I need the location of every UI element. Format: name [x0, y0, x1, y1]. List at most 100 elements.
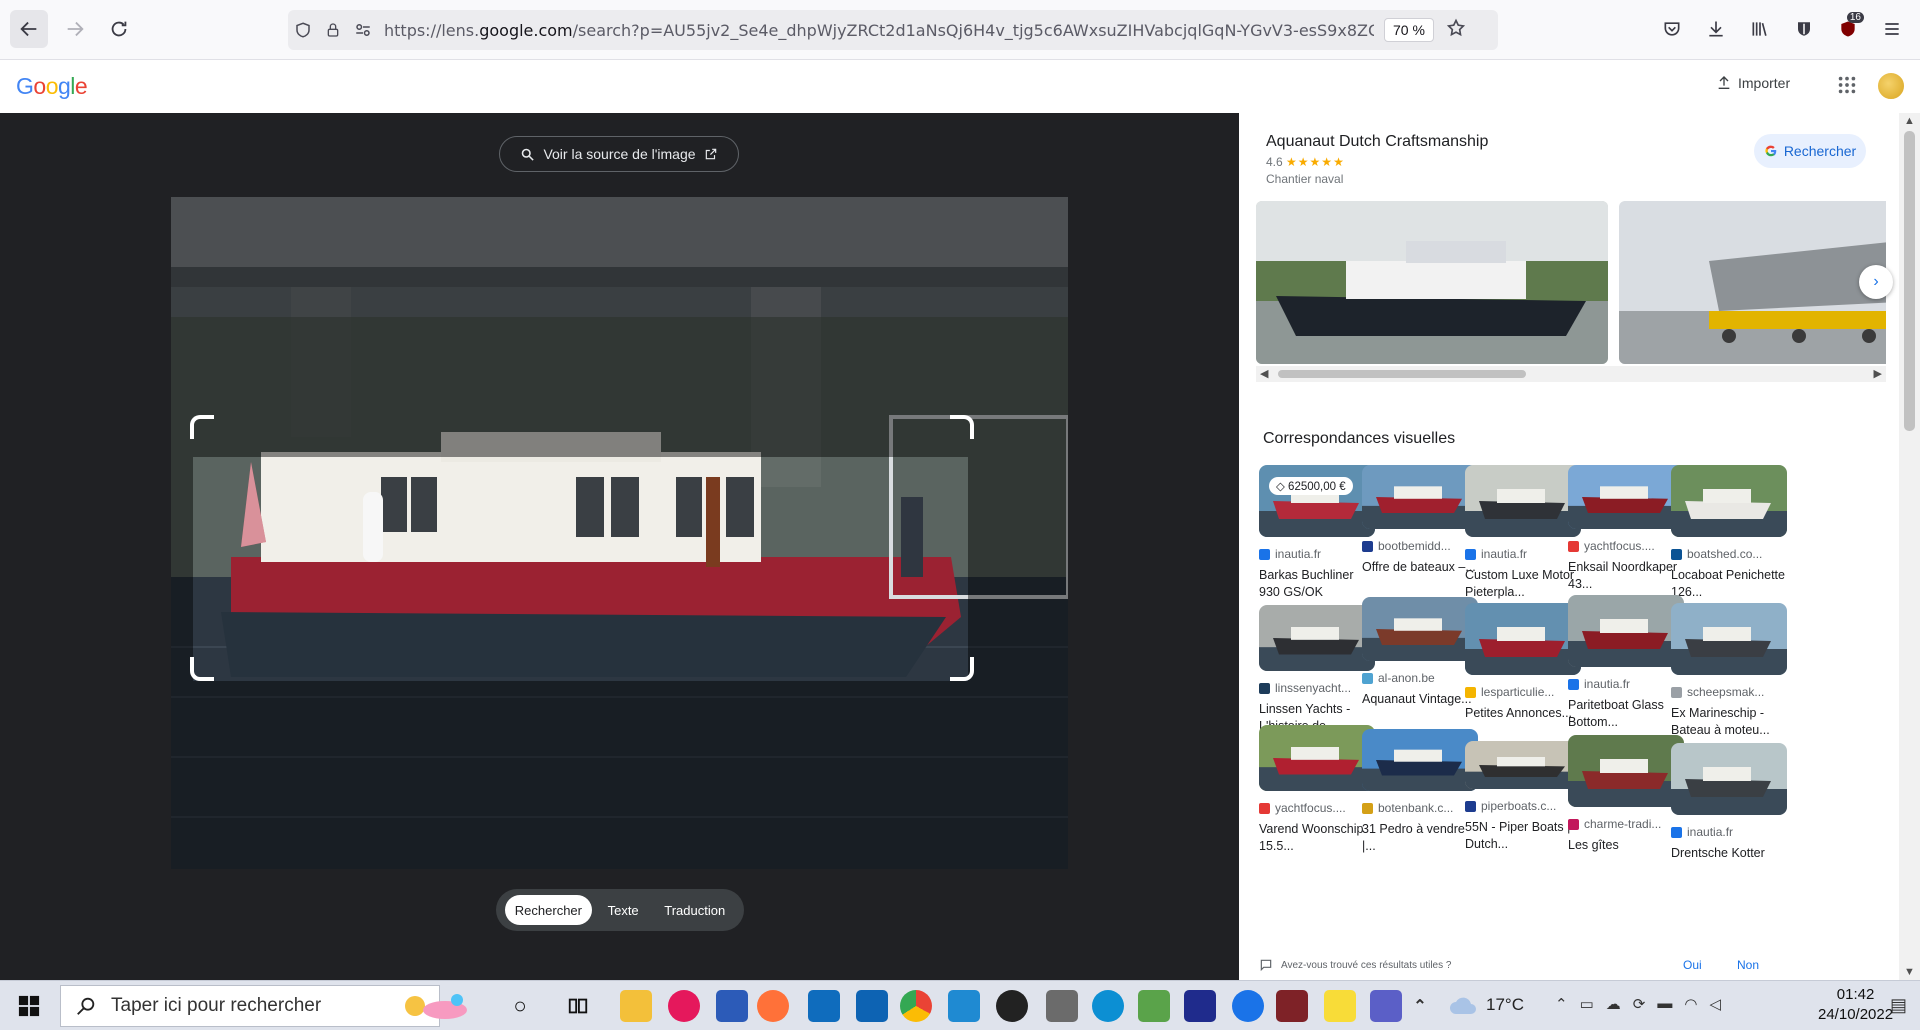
task-view-icon[interactable] — [562, 990, 594, 1022]
scroll-up-icon[interactable]: ▲ — [1904, 115, 1915, 127]
mode-traduction-button[interactable]: Traduction — [654, 895, 735, 925]
visual-match-thumbnail[interactable] — [1671, 465, 1787, 537]
visual-match-card[interactable]: linssenyacht...Linssen Yachts - L'histoi… — [1259, 605, 1377, 735]
visual-match-card[interactable]: scheepsmak... Ex Marineschip - Bateau à m… — [1671, 603, 1789, 739]
download-icon[interactable] — [1698, 10, 1734, 48]
carousel-next-button[interactable]: › — [1859, 265, 1893, 299]
wifi-icon[interactable]: ◠ — [1684, 995, 1697, 1013]
visual-match-thumbnail[interactable]: ◇ 62500,00 € — [1259, 465, 1375, 537]
app-grid-icon[interactable] — [1184, 990, 1216, 1022]
crop-handle-bottom-right[interactable] — [950, 657, 974, 681]
carousel-image-1[interactable] — [1256, 201, 1608, 364]
notification-icon[interactable]: ▤ — [1890, 995, 1907, 1016]
cortana-icon[interactable]: ○ — [504, 990, 536, 1022]
mode-texte-button[interactable]: Texte — [598, 895, 649, 925]
visual-match-card[interactable]: inautia.fr Custom Luxe Motor Pieterpla... — [1465, 465, 1583, 601]
bitwarden-icon[interactable] — [1786, 10, 1822, 48]
avatar[interactable] — [1876, 71, 1906, 101]
scroll-right-icon[interactable]: ▶ — [1874, 367, 1882, 380]
crop-handle-top-left[interactable] — [190, 415, 214, 439]
app-pink-icon[interactable] — [668, 990, 700, 1022]
visual-match-title[interactable]: Paritetboat Glass Bottom... — [1568, 697, 1686, 731]
vscode-icon[interactable] — [948, 990, 980, 1022]
powershell-icon[interactable] — [716, 990, 748, 1022]
visual-match-card[interactable]: inautia.fr Drentsche Kotter — [1671, 743, 1789, 862]
pocket-icon[interactable] — [1654, 10, 1690, 48]
visual-match-title[interactable]: Petites Annonces... — [1465, 705, 1583, 722]
visual-match-title[interactable]: Varend Woonschip 15.5... — [1259, 821, 1377, 855]
extension-ublock-icon[interactable]: 16 — [1830, 10, 1866, 48]
import-button[interactable]: Importer — [1716, 75, 1790, 91]
teams-icon[interactable] — [1370, 990, 1402, 1022]
back-button[interactable] — [10, 10, 48, 48]
weather-widget[interactable]: 17°C — [1448, 994, 1524, 1016]
visual-match-card[interactable]: piperboats.c... 55N - Piper Boats | Dutch… — [1465, 741, 1583, 853]
crop-handle-top-right[interactable] — [950, 415, 974, 439]
visual-match-card[interactable]: yachtfocus.... Enksail Noordkaper 43... — [1568, 465, 1686, 593]
apps-grid-icon[interactable] — [1836, 74, 1860, 98]
visual-match-title[interactable]: Locaboat Penichette 126... — [1671, 567, 1789, 601]
visual-match-card[interactable]: ◇ 62500,00 € inautia.fr Barkas Buchliner 9… — [1259, 465, 1377, 601]
visual-match-title[interactable]: Drentsche Kotter — [1671, 845, 1789, 862]
zoom-level[interactable]: 70 % — [1384, 18, 1434, 42]
visual-match-card[interactable]: lesparticulie... Petites Annonces... — [1465, 603, 1583, 722]
visual-match-card[interactable]: inautia.fr Paritetboat Glass Bottom... — [1568, 595, 1686, 731]
search-highlight-icon[interactable] — [390, 990, 480, 1022]
page-scroll-thumb[interactable] — [1904, 131, 1915, 431]
permissions-icon[interactable] — [348, 21, 378, 39]
visual-match-title[interactable]: Aquanaut Vintage... — [1362, 691, 1480, 708]
visual-match-card[interactable]: al-anon.be Aquanaut Vintage... — [1362, 597, 1480, 708]
visual-match-thumbnail[interactable] — [1568, 735, 1684, 807]
entity-search-button[interactable]: Rechercher — [1754, 134, 1866, 168]
visual-match-thumbnail[interactable] — [1671, 603, 1787, 675]
url-bar[interactable]: https://lens.google.com/search?p=AU55jv2… — [288, 10, 1498, 50]
shield-icon[interactable] — [288, 21, 318, 39]
reload-button[interactable] — [100, 10, 138, 48]
chevron-up-icon[interactable]: ⌃ — [1555, 995, 1568, 1013]
visual-match-thumbnail[interactable] — [1362, 465, 1478, 529]
app-multicolor-icon[interactable] — [1138, 990, 1170, 1022]
visual-match-thumbnail[interactable] — [1568, 465, 1684, 529]
feedback-yes-button[interactable]: Oui — [1683, 958, 1702, 972]
scroll-down-icon[interactable]: ▼ — [1904, 966, 1915, 978]
visual-match-title[interactable]: Les gîtes — [1568, 837, 1686, 854]
entity-title[interactable]: Aquanaut Dutch Craftsmanship — [1266, 133, 1488, 151]
visual-match-title[interactable]: 31 Pedro à vendre |... — [1362, 821, 1480, 855]
audio-app-icon[interactable] — [1276, 990, 1308, 1022]
maps-icon[interactable] — [1232, 990, 1264, 1022]
linux-icon[interactable] — [1046, 990, 1078, 1022]
library-icon[interactable] — [1742, 10, 1778, 48]
visual-match-thumbnail[interactable] — [1362, 597, 1478, 661]
visual-match-thumbnail[interactable] — [1568, 595, 1684, 667]
carousel-scrollbar[interactable]: ◀ ▶ — [1256, 366, 1886, 382]
scroll-left-icon[interactable]: ◀ — [1260, 367, 1268, 380]
volume-icon[interactable]: ◁ — [1709, 995, 1721, 1013]
app-blue-icon[interactable] — [856, 990, 888, 1022]
visual-match-card[interactable]: charme-tradi... Les gîtes — [1568, 735, 1686, 854]
menu-icon[interactable] — [1874, 10, 1910, 48]
forward-button[interactable] — [56, 10, 94, 48]
usb-icon[interactable]: ▭ — [1580, 995, 1594, 1013]
carousel-scroll-thumb[interactable] — [1278, 370, 1526, 378]
view-image-source-button[interactable]: Voir la source de l'image — [499, 136, 739, 172]
edge-icon[interactable] — [1092, 990, 1124, 1022]
visual-match-thumbnail[interactable] — [1259, 725, 1375, 791]
visual-match-title[interactable]: Enksail Noordkaper 43... — [1568, 559, 1686, 593]
bookmark-star-icon[interactable] — [1446, 18, 1466, 43]
file-explorer-icon[interactable] — [620, 990, 652, 1022]
visual-match-thumbnail[interactable] — [1362, 729, 1478, 791]
visual-match-thumbnail[interactable] — [1465, 741, 1581, 789]
visual-match-title[interactable]: 55N - Piper Boats | Dutch... — [1465, 819, 1583, 853]
mode-rechercher-button[interactable]: Rechercher — [504, 895, 592, 925]
lock-icon[interactable] — [318, 21, 348, 39]
update-icon[interactable]: ⟳ — [1633, 995, 1646, 1013]
visual-match-title[interactable]: Custom Luxe Motor Pieterpla... — [1465, 567, 1583, 601]
chrome-icon[interactable] — [900, 990, 932, 1022]
windows-start-icon[interactable] — [18, 995, 40, 1017]
page-scrollbar[interactable]: ▲ ▼ — [1899, 113, 1920, 980]
taskbar-search-box[interactable]: Taper ici pour rechercher — [60, 985, 440, 1027]
firefox-icon[interactable] — [757, 990, 789, 1022]
chevron-up-icon[interactable]: ⌃ — [1412, 990, 1428, 1022]
visual-match-title[interactable]: Barkas Buchliner 930 GS/OK — [1259, 567, 1377, 601]
visual-match-card[interactable]: boatshed.co... Locaboat Penichette 126... — [1671, 465, 1789, 601]
